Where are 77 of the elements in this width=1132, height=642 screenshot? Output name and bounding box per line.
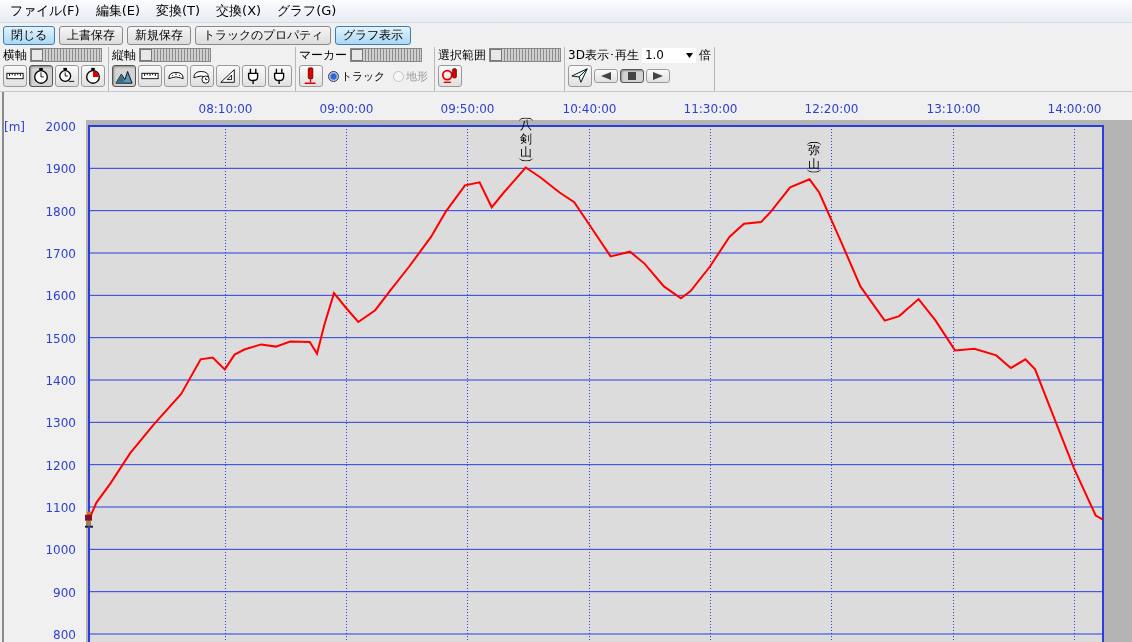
menu-item[interactable]: 編集(E): [89, 2, 146, 20]
x-tick-label: 10:40:00: [562, 102, 617, 116]
stopwatch-icon: [58, 67, 76, 85]
menu-item[interactable]: グラフ(G): [271, 2, 343, 20]
y-tick-label: 1500: [45, 331, 76, 346]
group-label: マーカー: [299, 46, 347, 64]
group-label: 選択範囲: [438, 46, 486, 64]
tool-button[interactable]: [268, 65, 292, 87]
tool-button[interactable]: [646, 69, 670, 83]
tool-button[interactable]: [594, 69, 618, 83]
toolbar-button[interactable]: 上書保存: [59, 25, 123, 45]
menu-item[interactable]: ファイル(F): [4, 2, 86, 20]
y-tick-label: 1400: [45, 374, 76, 388]
toolbar-button[interactable]: グラフ表示: [335, 25, 411, 45]
axis-unit-label: [m]: [4, 120, 26, 134]
tool-button[interactable]: [55, 65, 79, 87]
magnifier-pen-icon: [441, 67, 459, 85]
tool-button[interactable]: [620, 69, 644, 83]
radio-button[interactable]: [328, 70, 339, 82]
slider[interactable]: [489, 48, 561, 62]
peak-label: 弥山: [807, 142, 822, 173]
tool-button[interactable]: [29, 65, 53, 87]
y-tick-label: 1300: [45, 416, 76, 431]
y-tick-label: 1000: [45, 543, 76, 558]
play-icon: [652, 71, 664, 81]
tool-button[interactable]: [138, 65, 162, 87]
menu-item[interactable]: 交換(X): [210, 2, 268, 20]
tool-button[interactable]: [190, 65, 214, 87]
slider[interactable]: [30, 48, 102, 62]
group-label: 3D表示･再生: [568, 46, 639, 64]
x-tick-label: 09:00:00: [319, 102, 374, 116]
tool-button[interactable]: [242, 65, 266, 87]
hiker-icon: [85, 511, 93, 528]
tool-button[interactable]: [568, 65, 592, 87]
toolbar-button[interactable]: 新規保存: [127, 25, 191, 45]
y-tick-label: 900: [53, 585, 76, 600]
tool-button[interactable]: [299, 65, 323, 87]
x-tick-label: 11:30:00: [683, 102, 738, 116]
toolbar-button[interactable]: 閉じる: [3, 25, 55, 45]
slider[interactable]: [139, 48, 211, 62]
stopwatch-icon: [84, 67, 102, 85]
paper-plane-icon: [571, 67, 589, 85]
y-tick-label: 1800: [45, 204, 76, 219]
radio-label[interactable]: トラック: [341, 68, 385, 84]
x-tick-label: 14:00:00: [1047, 102, 1102, 116]
y-tick-label: 2000: [45, 120, 76, 134]
group-label: 縦軸: [112, 46, 136, 64]
tool-button[interactable]: [164, 65, 188, 87]
menu-item[interactable]: 変換(T): [150, 2, 207, 20]
slider-thumb[interactable]: [31, 49, 43, 61]
y-tick-label: 800: [53, 628, 76, 642]
x-tick-label: 09:50:00: [440, 102, 495, 116]
stop-icon: [626, 71, 638, 81]
y-tick-label: 1100: [45, 501, 76, 515]
stopwatch-icon: [32, 67, 50, 85]
slider-thumb[interactable]: [490, 49, 502, 61]
y-tick-label: 1900: [45, 162, 76, 177]
tool-button[interactable]: [112, 65, 136, 87]
group-label: 横軸: [3, 46, 27, 64]
slider[interactable]: [350, 48, 422, 62]
caret-icon: [685, 52, 693, 58]
y-tick-label: 1200: [45, 458, 76, 473]
y-tick-label: 1600: [45, 289, 76, 304]
play-reverse-icon: [600, 71, 612, 81]
x-tick-label: 08:10:00: [198, 102, 253, 116]
tool-button[interactable]: [216, 65, 240, 87]
tool-button[interactable]: [81, 65, 105, 87]
slider-thumb[interactable]: [351, 49, 363, 61]
speed-dropdown[interactable]: 1.0: [641, 47, 696, 63]
unit-label: 倍: [698, 46, 711, 64]
x-tick-label: 13:10:00: [926, 102, 981, 116]
tool-button[interactable]: [438, 65, 462, 87]
x-tick-label: 12:20:00: [804, 102, 859, 116]
slider-thumb[interactable]: [140, 49, 152, 61]
toolbar-button[interactable]: トラックのプロパティ: [195, 25, 331, 45]
tool-button[interactable]: [3, 65, 27, 87]
y-tick-label: 1700: [45, 247, 76, 261]
